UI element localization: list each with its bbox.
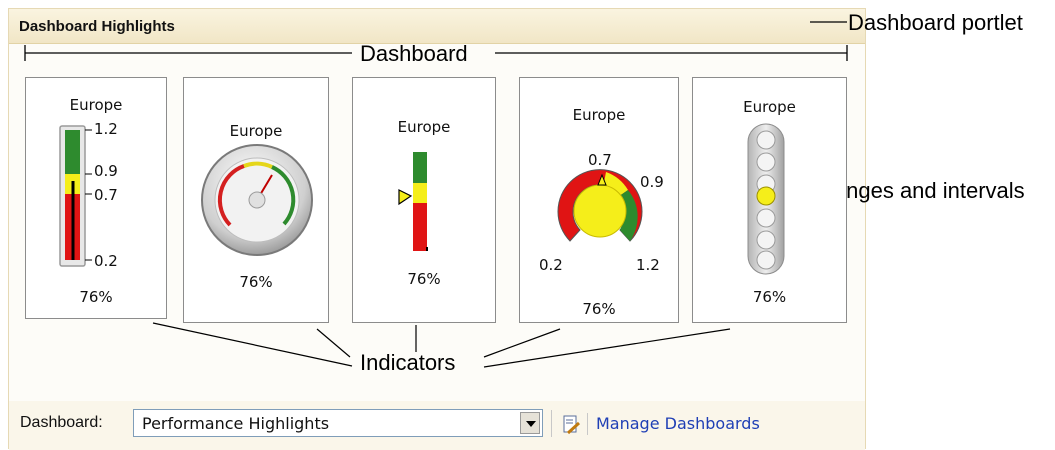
indicator-value: 76% xyxy=(407,270,441,288)
tick-label: 1.2 xyxy=(94,120,118,138)
callout-dashboard-portlet: Dashboard portlet xyxy=(848,10,1023,35)
indicator-card[interactable]: Europe 76% xyxy=(183,77,329,323)
tick-label: 0.7 xyxy=(588,151,612,169)
separator xyxy=(551,410,552,437)
chevron-down-icon[interactable] xyxy=(520,412,540,434)
indicator-card[interactable]: Europe 76% xyxy=(352,77,496,323)
indicator-value: 76% xyxy=(582,300,616,318)
separator xyxy=(587,413,588,435)
indicator-value: 76% xyxy=(752,288,787,306)
tick-label: 0.2 xyxy=(539,256,563,274)
dashboard-select[interactable]: Performance Highlights xyxy=(133,409,543,437)
tick-label: 0.7 xyxy=(94,186,118,204)
callout-dashboard: Dashboard xyxy=(360,41,468,66)
manage-dashboards-link[interactable]: Manage Dashboards xyxy=(596,414,760,433)
tick-label: 0.9 xyxy=(94,162,118,180)
dashboard-select-value: Performance Highlights xyxy=(142,414,330,433)
indicator-card[interactable]: Europe 76% xyxy=(692,77,847,323)
indicator-card[interactable]: Europe 1.2 0.9 0.7 0.2 76% xyxy=(25,77,167,319)
callout-ranges: Ranges and intervals xyxy=(818,178,1025,203)
indicator-value: 76% xyxy=(79,288,113,306)
tick-label: 0.2 xyxy=(94,252,118,270)
tick-label: 1.2 xyxy=(636,256,660,274)
edit-document-icon[interactable] xyxy=(561,415,581,435)
indicator-card[interactable]: Europe 0.7 0.9 0.2 1.2 76% xyxy=(519,77,679,323)
indicator-value: 76% xyxy=(239,273,273,291)
dashboard-label: Dashboard: xyxy=(20,414,103,431)
callout-indicators: Indicators xyxy=(360,350,456,375)
tick-label: 0.9 xyxy=(640,173,664,191)
dial-gauge xyxy=(557,169,643,242)
